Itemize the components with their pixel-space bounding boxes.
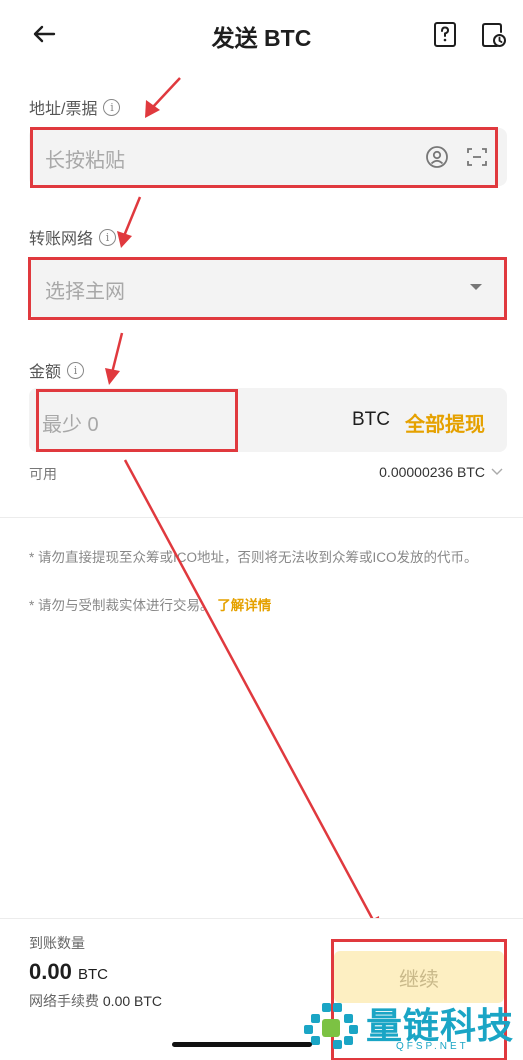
receive-amount: 0.00 BTC bbox=[29, 959, 108, 985]
receive-amount-value: 0.00 bbox=[29, 959, 72, 984]
receive-label: 到账数量 bbox=[29, 935, 85, 951]
fee-value: 0.00 BTC bbox=[102, 993, 163, 1009]
annotation-arrow-amount bbox=[110, 332, 124, 374]
fee-row: 网络手续费 0.00 BTC bbox=[29, 991, 162, 1011]
watermark-subtext: QFSP.NET bbox=[396, 1041, 469, 1052]
receive-unit: BTC bbox=[77, 966, 108, 983]
home-indicator bbox=[172, 1042, 312, 1047]
annotation-arrow-continue bbox=[123, 459, 375, 921]
watermark: 量链科技 QFSP.NET bbox=[300, 995, 523, 1055]
fee-label: 网络手续费 bbox=[29, 993, 99, 1009]
annotation-arrow-address bbox=[151, 77, 181, 109]
annotation-arrow-network bbox=[122, 196, 142, 237]
annotation-arrows bbox=[105, 77, 380, 935]
